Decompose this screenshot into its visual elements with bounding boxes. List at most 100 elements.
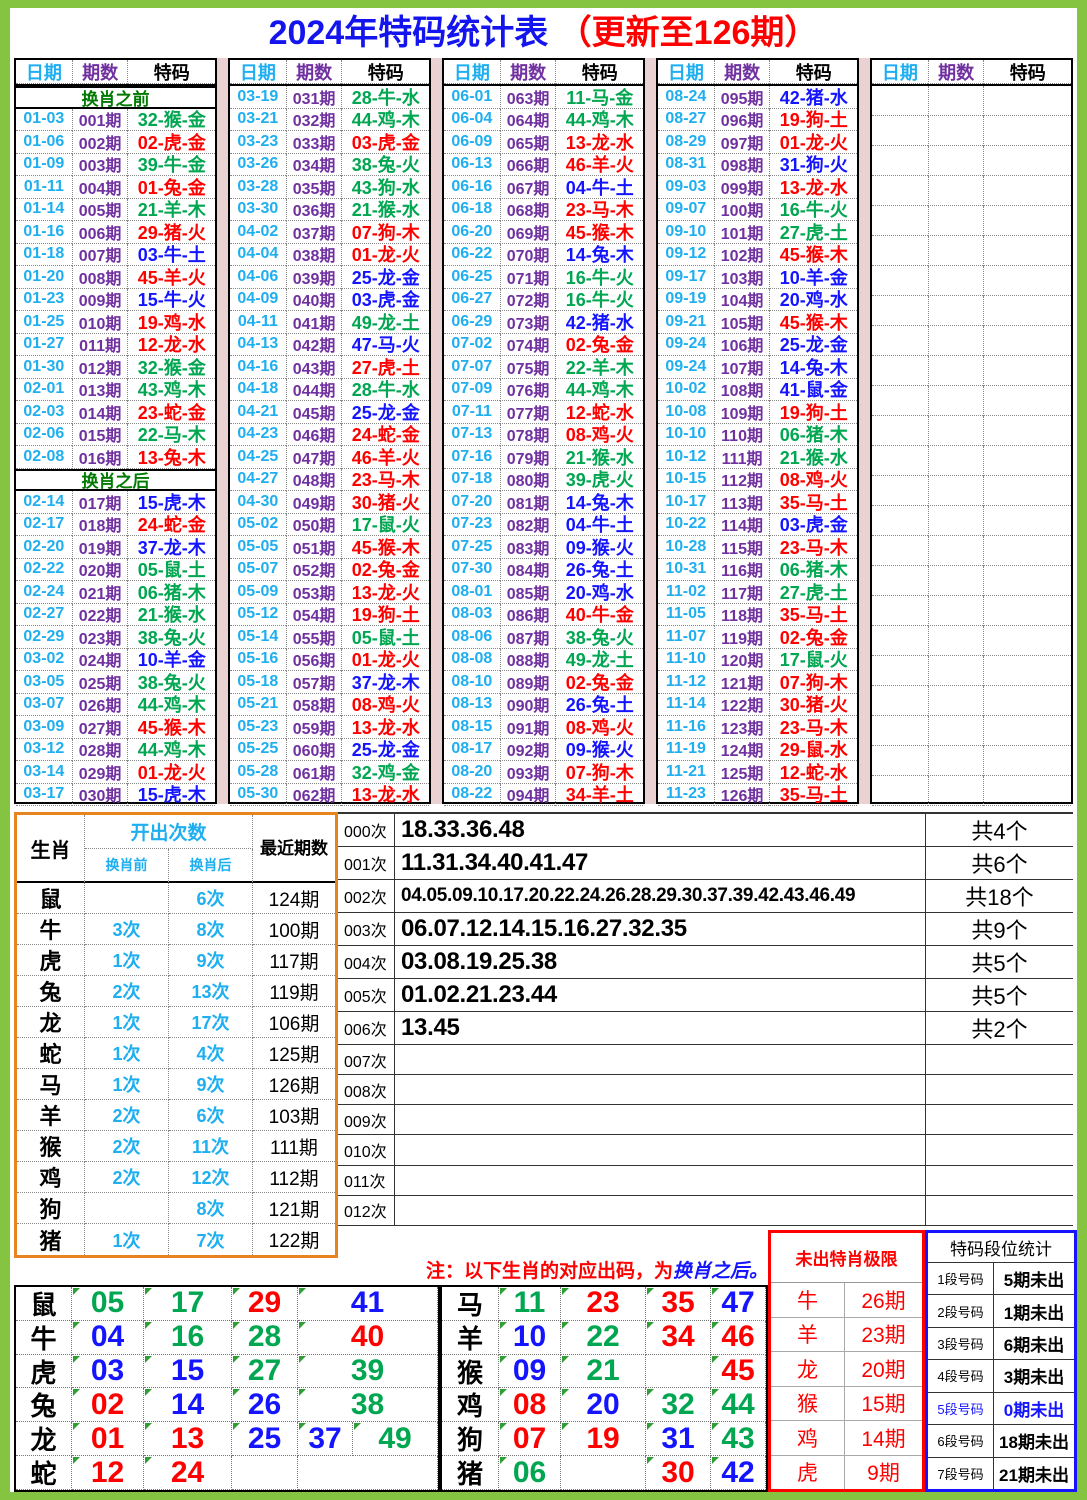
result-row: 11-21125期12-蛇-水	[658, 761, 857, 784]
result-period: 035期	[286, 176, 342, 199]
result-code: 15-虎-木	[127, 784, 215, 807]
col-header-period: 期数	[500, 60, 556, 84]
result-code: 17-鼠-火	[341, 514, 429, 537]
result-code: 11-马-金	[555, 86, 643, 109]
result-code: 13-兔-木	[127, 446, 215, 469]
result-period: 023期	[72, 626, 128, 649]
result-date: 03-23	[230, 131, 286, 154]
frequency-numbers	[395, 1135, 925, 1164]
result-code: 24-蛇-金	[341, 424, 429, 447]
result-code: 13-龙-水	[769, 176, 857, 199]
frequency-total: 共5个	[925, 979, 1073, 1011]
result-date: 07-13	[444, 424, 500, 447]
result-period: 048期	[286, 469, 342, 492]
frequency-total	[925, 1166, 1073, 1195]
frequency-total: 共9个	[925, 913, 1073, 945]
zodiac-label: 蛇	[16, 1456, 72, 1490]
result-period: 119期	[714, 626, 770, 649]
result-date: 03-28	[230, 176, 286, 199]
stats-count-before	[85, 1193, 169, 1224]
stats-recent-period: 126期	[253, 1069, 335, 1100]
empty-row	[872, 716, 1071, 746]
zodiac-number-cell: 41	[298, 1287, 438, 1321]
col-header-period: 期数	[72, 60, 128, 84]
result-code: 19-狗-土	[769, 109, 857, 132]
result-period: 066期	[500, 154, 556, 177]
result-row: 08-10089期02-兔-金	[444, 671, 643, 694]
result-row: 11-07119期02-兔-金	[658, 626, 857, 649]
result-period: 080期	[500, 469, 556, 492]
frequency-numbers: 01.02.21.23.44	[395, 979, 925, 1011]
result-row: 11-02117期27-虎-土	[658, 581, 857, 604]
result-date: 03-17	[16, 784, 72, 807]
result-row: 09-07100期16-牛-火	[658, 199, 857, 222]
segment-value: 1期未出	[994, 1295, 1074, 1326]
stats-header-after: 换肖后	[169, 849, 253, 883]
result-date: 06-27	[444, 289, 500, 312]
result-row: 10-15112期08-鸡-火	[658, 469, 857, 492]
result-code: 44-鸡-木	[127, 694, 215, 717]
result-date: 04-09	[230, 289, 286, 312]
result-row: 01-25010期19-鸡-水	[16, 311, 215, 334]
result-code: 01-兔-金	[127, 176, 215, 199]
zodiac-number-cell	[561, 1456, 646, 1490]
result-row: 01-30012期32-猴-金	[16, 356, 215, 379]
result-period: 056期	[286, 649, 342, 672]
zodiac-label: 鸡	[442, 1388, 499, 1422]
empty-row	[872, 206, 1071, 236]
stats-count-before	[85, 883, 169, 914]
result-period: 114期	[714, 514, 770, 537]
result-row: 04-27048期23-马-木	[230, 469, 429, 492]
result-period: 050期	[286, 514, 342, 537]
zodiac-number-cell: 24	[144, 1456, 232, 1490]
result-period: 031期	[286, 86, 342, 109]
result-code: 19-狗-土	[769, 401, 857, 424]
result-period: 094期	[500, 784, 556, 807]
result-code: 32-猴-金	[127, 109, 215, 132]
frequency-row: 010次	[338, 1135, 1073, 1165]
result-code: 38-兔-火	[341, 154, 429, 177]
result-code: 16-牛-火	[555, 266, 643, 289]
result-date: 07-18	[444, 469, 500, 492]
stats-header-counts: 开出次数	[85, 815, 253, 849]
missing-limit-periods: 26期	[845, 1283, 922, 1317]
result-row: 09-24107期14-兔-木	[658, 356, 857, 379]
frequency-row: 000次18.33.36.48共4个	[338, 814, 1073, 847]
stats-header-before: 换肖前	[85, 849, 169, 883]
result-row: 09-21105期45-猴-木	[658, 311, 857, 334]
frequency-row: 002次04.05.09.10.17.20.22.24.26.28.29.30.…	[338, 880, 1073, 913]
result-row: 08-22094期34-羊-土	[444, 784, 643, 807]
result-date: 07-25	[444, 536, 500, 559]
result-row: 06-22070期14-兔-木	[444, 244, 643, 267]
segment-row: 6段号码18期未出	[928, 1425, 1074, 1457]
stats-count-before: 1次	[85, 1224, 169, 1255]
result-row: 01-03001期32-猴-金	[16, 109, 215, 132]
frequency-row: 004次03.08.19.25.38共5个	[338, 946, 1073, 979]
zodiac-number-cell: 15	[144, 1355, 232, 1389]
result-period: 025期	[72, 671, 128, 694]
stats-recent-period: 111期	[253, 1131, 335, 1162]
result-period: 058期	[286, 694, 342, 717]
result-code: 43-狗-水	[341, 176, 429, 199]
result-code: 03-虎-金	[769, 514, 857, 537]
results-group-4: 日期期数特码08-24095期42-猪-水08-27096期19-狗-土08-2…	[656, 58, 859, 804]
result-row: 08-20093期07-狗-木	[444, 761, 643, 784]
result-code: 39-虎-火	[555, 469, 643, 492]
result-row: 03-12028期44-鸡-木	[16, 739, 215, 762]
zodiac-number-cell: 34	[646, 1321, 711, 1355]
result-date: 06-04	[444, 109, 500, 132]
frequency-label: 001次	[338, 847, 395, 879]
empty-row	[872, 176, 1071, 206]
frequency-total	[925, 1135, 1073, 1164]
result-date: 01-30	[16, 356, 72, 379]
result-row: 02-01013期43-鸡-木	[16, 379, 215, 402]
frequency-row: 003次06.07.12.14.15.16.27.32.35共9个	[338, 913, 1073, 946]
result-period: 026期	[72, 694, 128, 717]
result-row: 01-27011期12-龙-水	[16, 334, 215, 357]
result-period: 096期	[714, 109, 770, 132]
result-code: 28-牛-水	[341, 379, 429, 402]
result-row: 08-15091期08-鸡-火	[444, 716, 643, 739]
empty-row	[872, 476, 1071, 506]
results-header-row: 日期期数特码	[16, 60, 215, 86]
result-date: 11-16	[658, 716, 714, 739]
